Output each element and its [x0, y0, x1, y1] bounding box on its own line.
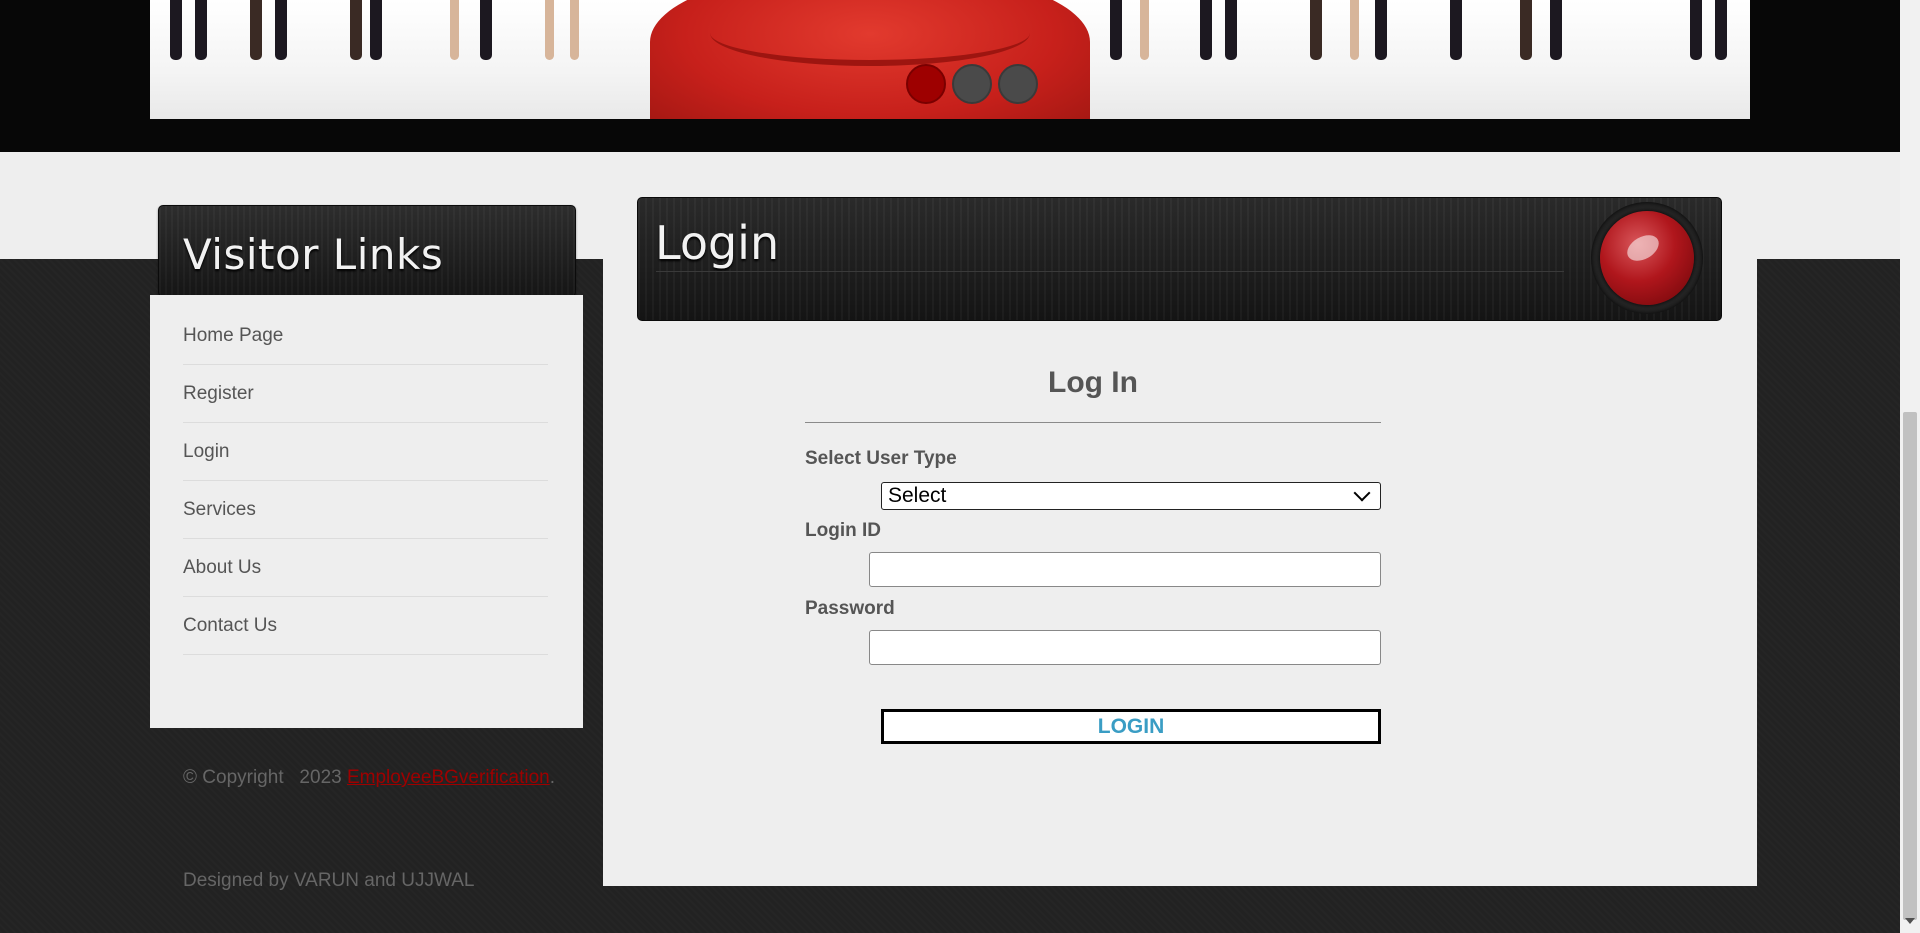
banner-figure	[170, 0, 182, 60]
sidebar-link-home[interactable]: Home Page	[183, 325, 283, 347]
sidebar-link-about[interactable]: About Us	[183, 557, 261, 579]
header-divider	[656, 271, 1564, 272]
slider-dot-2[interactable]	[952, 64, 992, 104]
sidebar-item-home: Home Page	[183, 307, 548, 365]
login-panel-header: Login	[637, 197, 1722, 321]
sidebar-link-register[interactable]: Register	[183, 383, 254, 405]
form-divider	[805, 422, 1381, 423]
login-id-label: Login ID	[805, 520, 881, 541]
red-orb-icon	[1591, 202, 1703, 314]
sidebar-item-register: Register	[183, 365, 548, 423]
sidebar-link-contact[interactable]: Contact Us	[183, 615, 277, 637]
sidebar-item-about: About Us	[183, 539, 548, 597]
sidebar-item-services: Services	[183, 481, 548, 539]
user-type-selected: Select	[888, 484, 947, 507]
form-title: Log In	[1048, 366, 1138, 399]
sidebar-link-login[interactable]: Login	[183, 441, 230, 463]
slider-dots	[906, 64, 1038, 104]
sidebar: Home Page Register Login Services About …	[150, 295, 583, 728]
sidebar-item-contact: Contact Us	[183, 597, 548, 655]
sidebar-nav: Home Page Register Login Services About …	[183, 295, 548, 655]
panel-title: Login	[655, 216, 780, 270]
slider-dot-3[interactable]	[998, 64, 1038, 104]
chevron-down-icon	[1353, 484, 1371, 502]
password-label: Password	[805, 598, 895, 619]
user-type-label: Select User Type	[805, 448, 957, 469]
login-button[interactable]: LOGIN	[881, 709, 1381, 744]
site-link[interactable]: EmployeeBGverification	[347, 767, 550, 788]
sidebar-link-services[interactable]: Services	[183, 499, 256, 521]
copyright-suffix: .	[549, 767, 556, 788]
page-scrollbar[interactable]	[1900, 0, 1920, 933]
sidebar-item-login: Login	[183, 423, 548, 481]
slider-dot-1[interactable]	[906, 64, 946, 104]
sidebar-header: Visitor Links	[158, 205, 576, 297]
login-id-input[interactable]	[869, 552, 1381, 587]
scroll-down-icon[interactable]	[1905, 918, 1915, 924]
footer-designed-by: Designed by VARUN and UJJWAL	[183, 870, 475, 891]
footer-copyright: © Copyright 2023 EmployeeBGverification.	[183, 767, 555, 789]
user-type-select[interactable]: Select	[881, 482, 1381, 510]
banner-band	[0, 0, 1900, 152]
copyright-text: © Copyright 2023	[183, 767, 342, 788]
scrollbar-thumb[interactable]	[1903, 412, 1917, 920]
password-input[interactable]	[869, 630, 1381, 665]
sidebar-title: Visitor Links	[183, 230, 444, 279]
